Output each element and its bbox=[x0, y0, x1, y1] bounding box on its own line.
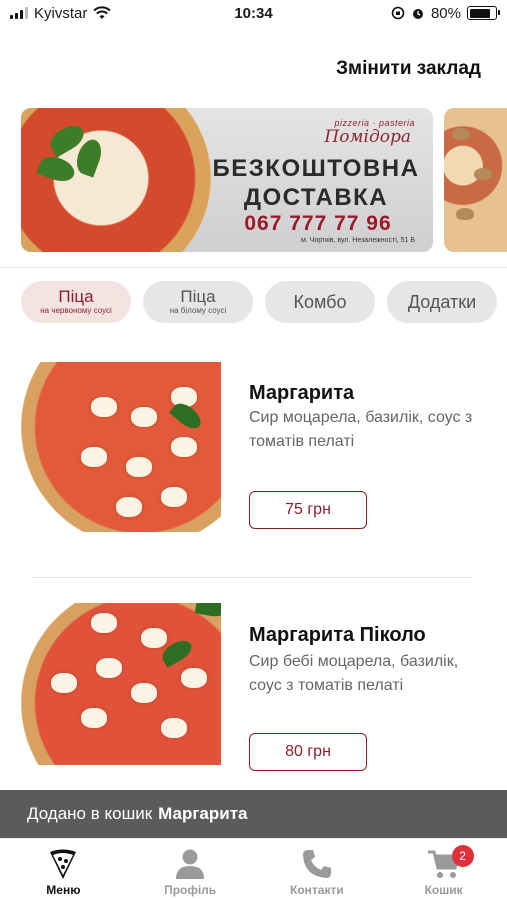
product-image bbox=[21, 362, 221, 532]
product-description: Сир бебі моцарела, базилік, соус з томат… bbox=[249, 653, 459, 694]
tab-menu[interactable]: Меню bbox=[0, 839, 127, 900]
added-to-cart-toast: Додано в кошик Маргарита bbox=[0, 790, 507, 838]
category-chip-pizza-red[interactable]: Піца на червоному соусі bbox=[21, 281, 131, 323]
next-promo-banner[interactable] bbox=[444, 108, 507, 252]
wifi-icon bbox=[93, 6, 112, 19]
toast-item-name: Маргарита bbox=[158, 804, 248, 823]
bottom-tab-bar: Меню Профіль Контакти 2 Кошик bbox=[0, 838, 507, 900]
section-divider bbox=[0, 267, 507, 268]
product-description: Сир моцарела, базилік, соус з томатів пе… bbox=[249, 409, 473, 450]
signal-icon bbox=[10, 7, 28, 19]
product-card[interactable]: Маргарита Сир моцарела, базилік, соус з … bbox=[0, 362, 507, 578]
status-bar: Kyivstar 10:34 80% bbox=[0, 0, 507, 26]
product-card[interactable]: Маргарита Піколо Сир бебі моцарела, бази… bbox=[0, 603, 507, 773]
tab-label: Профіль bbox=[164, 883, 217, 897]
alarm-icon bbox=[412, 9, 423, 19]
rotation-lock-icon bbox=[391, 6, 405, 20]
category-chip-subtitle: на червоному соусі bbox=[40, 306, 112, 315]
category-chip-title: Додатки bbox=[407, 291, 477, 312]
product-divider bbox=[32, 577, 472, 578]
price-button[interactable]: 80 грн bbox=[249, 733, 367, 771]
category-chip-title: Піца bbox=[58, 287, 94, 306]
category-tabs: Піца на червоному соусі Піца на білому с… bbox=[21, 281, 497, 323]
battery-percent: 80% bbox=[430, 4, 461, 22]
change-venue-button[interactable]: Змінити заклад bbox=[336, 58, 481, 80]
status-right: 80% bbox=[391, 4, 500, 22]
pizza-slice-icon bbox=[46, 847, 80, 881]
tab-label: Меню bbox=[46, 883, 81, 897]
banner-title-line2: ДОСТАВКА bbox=[243, 184, 389, 211]
product-name: Маргарита Піколо bbox=[249, 624, 426, 646]
tab-label: Кошик bbox=[424, 883, 463, 897]
phone-icon bbox=[300, 847, 334, 881]
product-image bbox=[21, 603, 221, 765]
banner-title-line1: БЕЗКОШТОВНА bbox=[212, 155, 420, 182]
battery-icon bbox=[467, 6, 500, 20]
category-chip-combo[interactable]: Комбо bbox=[265, 281, 375, 323]
tab-label: Контакти bbox=[290, 883, 344, 897]
tab-profile[interactable]: Профіль bbox=[127, 839, 254, 900]
battery-level bbox=[469, 8, 490, 18]
cart-count-badge: 2 bbox=[451, 845, 474, 867]
carrier-name: Kyivstar bbox=[34, 4, 88, 22]
banner-phone: 067 777 77 96 bbox=[244, 212, 392, 235]
category-chip-extras[interactable]: Додатки bbox=[387, 281, 497, 323]
banner-brand-logo: Помідора bbox=[324, 127, 411, 147]
tab-cart[interactable]: 2 Кошик bbox=[380, 839, 507, 900]
category-chip-title: Піца bbox=[180, 287, 216, 306]
category-chip-pizza-white[interactable]: Піца на білому соусі bbox=[143, 281, 253, 323]
price-button[interactable]: 75 грн bbox=[249, 491, 367, 529]
category-chip-subtitle: на білому соусі bbox=[169, 306, 227, 315]
promo-carousel[interactable]: pizzeria · pasteria Помідора БЕЗКОШТОВНА… bbox=[21, 108, 507, 252]
banner-pizza-image bbox=[21, 108, 211, 252]
tab-contacts[interactable]: Контакти bbox=[254, 839, 381, 900]
category-chip-title: Комбо bbox=[293, 291, 347, 312]
status-left: Kyivstar bbox=[10, 4, 112, 22]
product-name: Маргарита bbox=[249, 382, 355, 404]
banner-address: м. Чортків, вул. Незалежності, 51 Б bbox=[300, 237, 415, 244]
banner-title: БЕЗКОШТОВНА ДОСТАВКА bbox=[211, 154, 421, 212]
promo-banner[interactable]: pizzeria · pasteria Помідора БЕЗКОШТОВНА… bbox=[21, 108, 433, 252]
person-icon bbox=[173, 847, 207, 881]
toast-prefix: Додано в кошик bbox=[27, 804, 153, 823]
